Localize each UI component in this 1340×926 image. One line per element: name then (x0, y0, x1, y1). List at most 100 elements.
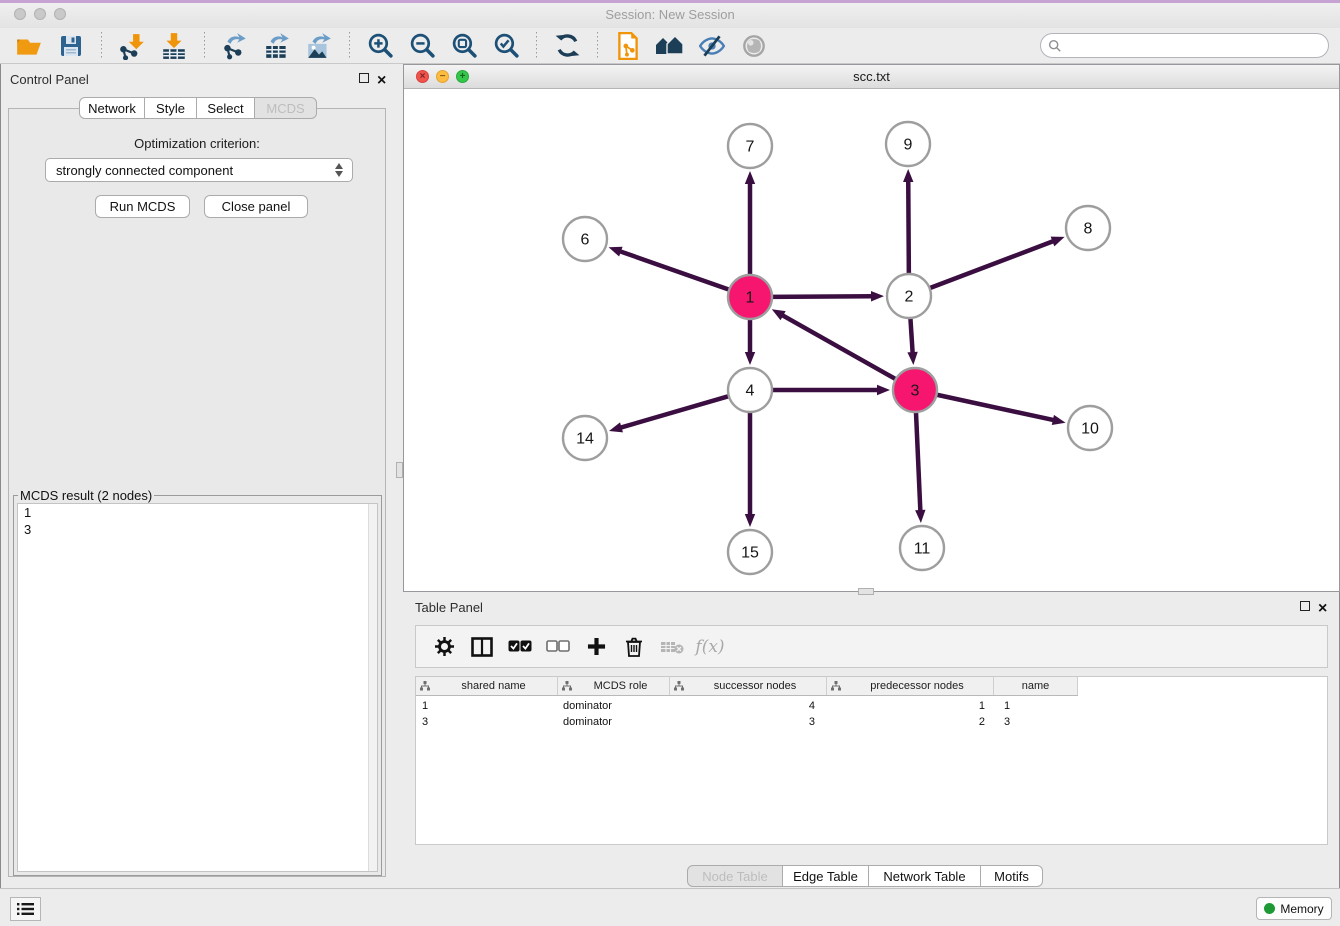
graph-edge-2-9[interactable] (908, 180, 909, 276)
zoom-in-button[interactable] (363, 31, 397, 61)
close-panel-button[interactable]: Close panel (204, 195, 308, 218)
export-image-icon (305, 32, 333, 60)
search-input[interactable] (1062, 36, 1328, 56)
zoom-selected-icon (493, 32, 520, 59)
criterion-dropdown[interactable]: strongly connected component (45, 158, 353, 182)
zoom-out-button[interactable] (405, 31, 439, 61)
export-image-button[interactable] (302, 31, 336, 61)
new-network-document-icon (614, 32, 642, 60)
cell-predecessor-nodes[interactable]: 2 (827, 714, 994, 730)
cell-shared-name[interactable]: 1 (416, 698, 558, 714)
search-field[interactable] (1040, 33, 1329, 58)
export-table-button[interactable] (260, 31, 294, 61)
graph-edge-2-8[interactable] (928, 241, 1055, 289)
save-session-button[interactable] (54, 31, 88, 61)
graph-edge-3-11[interactable] (916, 410, 921, 512)
tab-node-table[interactable]: Node Table (687, 865, 783, 887)
graph-edge-arrowhead (877, 385, 890, 395)
home-button[interactable] (653, 31, 687, 61)
zoom-fit-button[interactable] (447, 31, 481, 61)
close-table-panel-icon[interactable]: × (1318, 604, 1327, 614)
graph-edge-2-3[interactable] (910, 316, 912, 354)
zoom-selected-button[interactable] (489, 31, 523, 61)
refresh-button[interactable] (550, 31, 584, 61)
gear-icon (435, 637, 454, 656)
cell-mcds-role[interactable]: dominator (558, 714, 670, 730)
cell-name[interactable]: 3 (994, 714, 1078, 730)
run-mcds-button[interactable]: Run MCDS (95, 195, 190, 218)
float-panel-icon[interactable] (359, 73, 369, 83)
tab-edge-table[interactable]: Edge Table (783, 865, 869, 887)
graph-edge-1-2[interactable] (770, 296, 873, 297)
cell-name[interactable]: 1 (994, 698, 1078, 714)
graph-edge-1-6[interactable] (619, 251, 731, 290)
table-settings-button[interactable] (432, 635, 456, 659)
graph-edge-3-1[interactable] (781, 315, 897, 381)
table-row[interactable]: 1 dominator 4 1 1 (416, 698, 1327, 714)
tab-mcds[interactable]: MCDS (255, 97, 317, 119)
open-session-button[interactable] (12, 31, 46, 61)
column-header-mcds-role[interactable]: MCDS role (558, 677, 670, 695)
toolbar-separator (536, 32, 537, 60)
deselect-all-columns-button[interactable] (546, 635, 570, 659)
tab-select[interactable]: Select (197, 97, 255, 119)
cell-predecessor-nodes[interactable]: 1 (827, 698, 994, 714)
zoom-out-icon (409, 32, 436, 59)
mcds-result-list[interactable]: 1 3 (17, 503, 378, 872)
graph-edge-3-10[interactable] (935, 394, 1055, 420)
import-table-button[interactable] (157, 31, 191, 61)
cell-successor-nodes[interactable]: 3 (670, 714, 827, 730)
table-panel-title: Table Panel (415, 600, 483, 615)
close-panel-icon[interactable]: × (377, 76, 386, 86)
export-table-icon (263, 32, 291, 60)
tab-network[interactable]: Network (79, 97, 145, 119)
graph-edge-4-14[interactable] (620, 396, 731, 428)
horizontal-splitter-grip[interactable] (858, 588, 874, 595)
new-network-from-selection-button[interactable] (611, 31, 645, 61)
delete-table-button (660, 635, 684, 659)
network-window-titlebar[interactable]: × − + scc.txt (404, 65, 1339, 89)
show-log-console-button[interactable] (10, 897, 41, 921)
delete-column-button[interactable] (622, 635, 646, 659)
column-header-name[interactable]: name (994, 677, 1078, 695)
attribute-tree-icon (562, 681, 572, 691)
toolbar-separator (101, 32, 102, 60)
column-layout-button[interactable] (470, 635, 494, 659)
table-toolbar: f(x) (415, 625, 1328, 668)
show-all-button[interactable] (737, 31, 771, 61)
select-all-columns-button[interactable] (508, 635, 532, 659)
network-canvas[interactable]: 7968124314101511 (404, 89, 1339, 591)
hide-selected-button[interactable] (695, 31, 729, 61)
open-folder-icon (15, 32, 43, 60)
control-panel-tabs: Network Style Select MCDS (79, 97, 317, 119)
vertical-splitter-grip[interactable] (396, 462, 403, 478)
tab-network-table[interactable]: Network Table (869, 865, 981, 887)
list-icon (17, 902, 34, 916)
add-column-button[interactable] (584, 635, 608, 659)
result-scrollbar[interactable] (368, 504, 377, 871)
column-header-predecessor-nodes[interactable]: predecessor nodes (827, 677, 994, 695)
column-header-successor-nodes[interactable]: successor nodes (670, 677, 827, 695)
result-item: 3 (18, 521, 377, 538)
cell-shared-name[interactable]: 3 (416, 714, 558, 730)
trash-icon (625, 637, 643, 657)
column-header-shared-name[interactable]: shared name (416, 677, 558, 695)
zoom-in-icon (367, 32, 394, 59)
memory-button[interactable]: Memory (1256, 897, 1332, 920)
mcds-panel-content: Optimization criterion: strongly connect… (8, 108, 386, 877)
attribute-tree-icon (420, 681, 430, 691)
fx-icon: f(x) (695, 637, 724, 657)
status-bar: Memory (0, 888, 1340, 926)
cell-successor-nodes[interactable]: 4 (670, 698, 827, 714)
export-network-icon (221, 32, 249, 60)
tab-style[interactable]: Style (145, 97, 197, 119)
control-panel-title: Control Panel (10, 72, 89, 87)
table-row[interactable]: 3 dominator 3 2 3 (416, 714, 1327, 730)
export-network-button[interactable] (218, 31, 252, 61)
float-table-panel-icon[interactable] (1300, 601, 1310, 611)
function-builder-button: f(x) (698, 635, 722, 659)
cell-mcds-role[interactable]: dominator (558, 698, 670, 714)
import-network-button[interactable] (115, 31, 149, 61)
tab-motifs[interactable]: Motifs (981, 865, 1043, 887)
graph-node-label: 7 (746, 139, 755, 156)
